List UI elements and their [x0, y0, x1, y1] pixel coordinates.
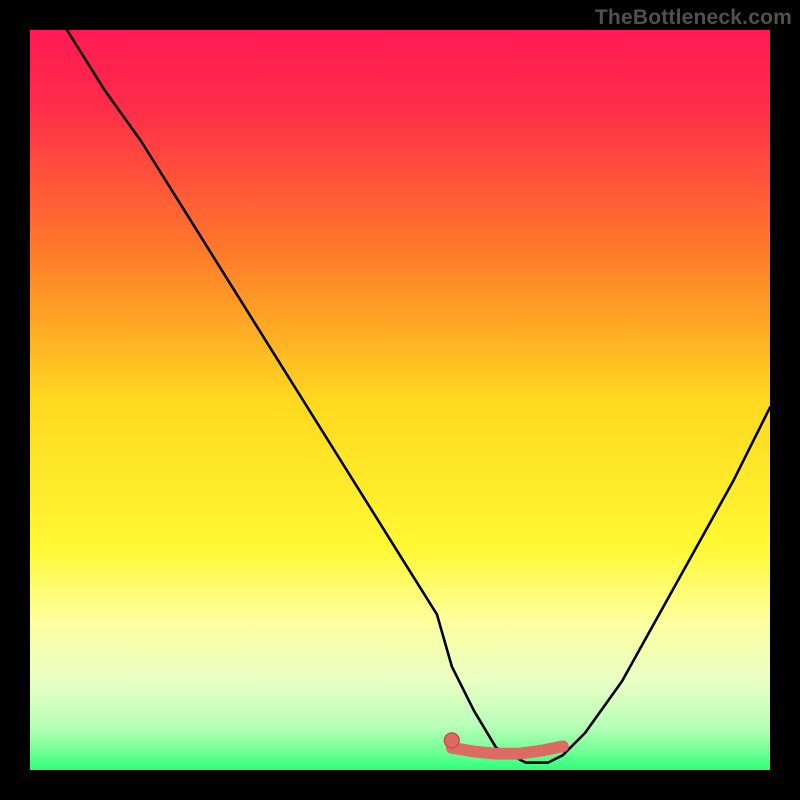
- chart-frame: TheBottleneck.com: [0, 0, 800, 800]
- optimal-dot-marker: [444, 733, 459, 748]
- curve-layer: [30, 30, 770, 770]
- watermark-label: TheBottleneck.com: [595, 6, 792, 30]
- optimal-band-marker: [452, 746, 563, 753]
- bottleneck-curve: [67, 30, 770, 763]
- plot-area: [30, 30, 770, 770]
